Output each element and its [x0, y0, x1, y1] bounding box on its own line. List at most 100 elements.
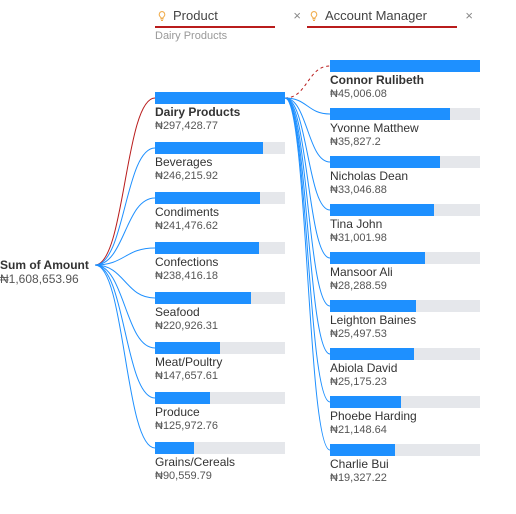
header-manager[interactable]: Account Manager × [307, 8, 477, 23]
bar-fill [330, 60, 480, 72]
bar-track [330, 396, 480, 408]
product-label: Seafood [155, 306, 285, 320]
bar-track [155, 442, 285, 454]
bar-track [330, 252, 480, 264]
manager-label: Charlie Bui [330, 458, 480, 472]
close-icon[interactable]: × [289, 8, 305, 23]
product-node[interactable]: Grains/Cereals ₦90,559.79 [155, 442, 285, 482]
product-label: Confections [155, 256, 285, 270]
bar-fill [330, 156, 440, 168]
product-node[interactable]: Meat/Poultry ₦147,657.61 [155, 342, 285, 382]
product-value: ₦297,428.77 [155, 120, 285, 132]
bar-track [155, 242, 285, 254]
bar-track [330, 60, 480, 72]
bar-track [330, 156, 480, 168]
manager-node[interactable]: Mansoor Ali ₦28,288.59 [330, 252, 480, 292]
bar-fill [330, 444, 395, 456]
product-label: Dairy Products [155, 106, 285, 120]
product-label: Meat/Poultry [155, 356, 285, 370]
bar-track [155, 192, 285, 204]
manager-value: ₦21,148.64 [330, 424, 480, 436]
product-value: ₦125,972.76 [155, 420, 285, 432]
bar-track [155, 142, 285, 154]
manager-value: ₦25,497.53 [330, 328, 480, 340]
bulb-icon [307, 9, 321, 23]
bar-fill [330, 348, 414, 360]
product-node[interactable]: Dairy Products ₦297,428.77 [155, 92, 285, 132]
bar-fill [330, 396, 401, 408]
product-value: ₦241,476.62 [155, 220, 285, 232]
bar-track [330, 348, 480, 360]
header-product-sub: Dairy Products [155, 30, 227, 42]
bar-fill [155, 192, 260, 204]
bar-track [330, 204, 480, 216]
headers: Product × Account Manager × [0, 8, 516, 23]
header-product[interactable]: Product × [155, 8, 305, 23]
bar-fill [330, 252, 425, 264]
root-value: ₦1,608,653.96 [0, 272, 89, 286]
manager-node[interactable]: Tina John ₦31,001.98 [330, 204, 480, 244]
manager-node[interactable]: Charlie Bui ₦19,327.22 [330, 444, 480, 484]
product-node[interactable]: Seafood ₦220,926.31 [155, 292, 285, 332]
bar-track [155, 92, 285, 104]
manager-label: Abiola David [330, 362, 480, 376]
bar-fill [155, 442, 194, 454]
manager-value: ₦33,046.88 [330, 184, 480, 196]
bar-fill [155, 392, 210, 404]
close-icon[interactable]: × [461, 8, 477, 23]
manager-label: Phoebe Harding [330, 410, 480, 424]
manager-node[interactable]: Abiola David ₦25,175.23 [330, 348, 480, 388]
product-label: Condiments [155, 206, 285, 220]
manager-value: ₦45,006.08 [330, 88, 480, 100]
bar-fill [155, 92, 285, 104]
product-label: Beverages [155, 156, 285, 170]
header-underline [155, 26, 275, 28]
manager-value: ₦28,288.59 [330, 280, 480, 292]
manager-node[interactable]: Yvonne Matthew ₦35,827.2 [330, 108, 480, 148]
product-label: Produce [155, 406, 285, 420]
bar-fill [155, 242, 259, 254]
bar-track [155, 292, 285, 304]
manager-value: ₦19,327.22 [330, 472, 480, 484]
manager-label: Leighton Baines [330, 314, 480, 328]
manager-label: Yvonne Matthew [330, 122, 480, 136]
bar-fill [330, 204, 434, 216]
manager-node[interactable]: Connor Rulibeth ₦45,006.08 [330, 60, 480, 100]
product-value: ₦90,559.79 [155, 470, 285, 482]
bar-fill [155, 342, 220, 354]
manager-label: Tina John [330, 218, 480, 232]
manager-value: ₦31,001.98 [330, 232, 480, 244]
header-manager-label: Account Manager [325, 8, 461, 23]
manager-label: Mansoor Ali [330, 266, 480, 280]
product-label: Grains/Cereals [155, 456, 285, 470]
product-value: ₦246,215.92 [155, 170, 285, 182]
root-node[interactable]: Sum of Amount ₦1,608,653.96 [0, 258, 89, 286]
product-value: ₦238,416.18 [155, 270, 285, 282]
header-product-label: Product [173, 8, 289, 23]
bar-fill [330, 108, 450, 120]
bar-fill [155, 142, 263, 154]
manager-node[interactable]: Phoebe Harding ₦21,148.64 [330, 396, 480, 436]
manager-label: Nicholas Dean [330, 170, 480, 184]
bar-fill [155, 292, 251, 304]
manager-node[interactable]: Nicholas Dean ₦33,046.88 [330, 156, 480, 196]
manager-label: Connor Rulibeth [330, 74, 480, 88]
manager-value: ₦25,175.23 [330, 376, 480, 388]
product-node[interactable]: Condiments ₦241,476.62 [155, 192, 285, 232]
product-node[interactable]: Produce ₦125,972.76 [155, 392, 285, 432]
product-node[interactable]: Beverages ₦246,215.92 [155, 142, 285, 182]
manager-node[interactable]: Leighton Baines ₦25,497.53 [330, 300, 480, 340]
product-value: ₦147,657.61 [155, 370, 285, 382]
bar-track [330, 444, 480, 456]
product-node[interactable]: Confections ₦238,416.18 [155, 242, 285, 282]
bulb-icon [155, 9, 169, 23]
bar-track [330, 300, 480, 312]
root-label: Sum of Amount [0, 258, 89, 272]
bar-track [330, 108, 480, 120]
bar-fill [330, 300, 416, 312]
bar-track [155, 342, 285, 354]
product-value: ₦220,926.31 [155, 320, 285, 332]
bar-track [155, 392, 285, 404]
manager-value: ₦35,827.2 [330, 136, 480, 148]
header-underline [307, 26, 457, 28]
